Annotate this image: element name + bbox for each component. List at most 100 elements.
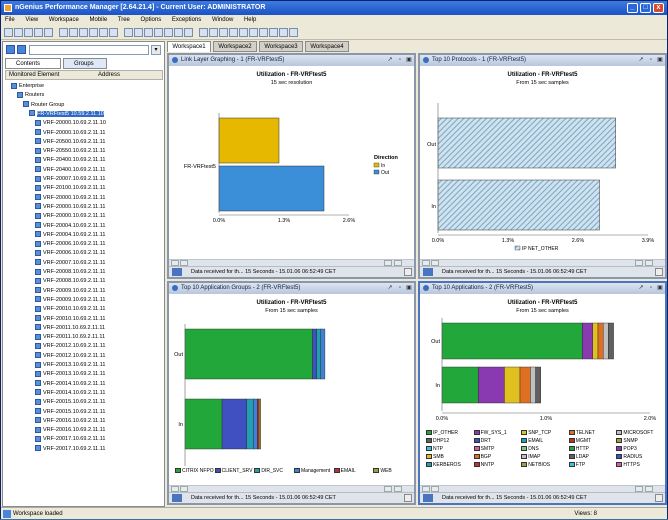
undock-icon[interactable]: ↗ <box>637 284 645 292</box>
tree-node[interactable]: VRF-20009.10.69.2.11.11 <box>35 296 105 305</box>
close-panel-icon[interactable]: ▣ <box>656 56 664 64</box>
tree-node[interactable]: VRF-20012.10.69.2.11.11 <box>35 342 105 351</box>
toolbar-button-icon[interactable] <box>99 28 108 37</box>
maximize-button[interactable]: □ <box>640 3 651 13</box>
tree-node[interactable]: VRF-20100.10.69.2.11.11 <box>35 184 105 193</box>
tree-node[interactable]: VRF-20014.10.69.2.11.11 <box>35 389 105 398</box>
toolbar-button-icon[interactable] <box>109 28 118 37</box>
refresh-icon[interactable] <box>6 45 15 54</box>
toolbar-button-icon[interactable] <box>34 28 43 37</box>
close-button[interactable]: x <box>653 3 664 13</box>
tree-node[interactable]: VRF-20017.10.69.2.11.11 <box>35 435 105 444</box>
toolbar-button-icon[interactable] <box>89 28 98 37</box>
menu-window[interactable]: Window <box>212 17 233 23</box>
toolbar-button-icon[interactable] <box>209 28 218 37</box>
maximize-panel-icon[interactable]: ▫ <box>647 284 655 292</box>
toolbar-button-icon[interactable] <box>144 28 153 37</box>
tree-node[interactable]: VRF-20009.10.69.2.11.11 <box>35 287 105 296</box>
toolbar-button-icon[interactable] <box>289 28 298 37</box>
tree-node[interactable]: VRF-20012.10.69.2.11.11 <box>35 352 105 361</box>
toolbar-button-icon[interactable] <box>79 28 88 37</box>
close-panel-icon[interactable]: ▣ <box>656 284 664 292</box>
maximize-panel-icon[interactable]: ▫ <box>647 56 655 64</box>
toolbar-button-icon[interactable] <box>279 28 288 37</box>
tree-node[interactable]: VRF-20014.10.69.2.11.11 <box>35 380 105 389</box>
close-panel-icon[interactable]: ▣ <box>405 56 413 64</box>
menu-help[interactable]: Help <box>244 17 256 23</box>
tree-node[interactable]: VRF-20004.10.69.2.11.11 <box>35 231 105 240</box>
tree-node[interactable]: VRF-20008.10.69.2.11.11 <box>35 268 105 277</box>
tree-node[interactable]: VRF-20007.10.69.2.11.11 <box>35 175 105 184</box>
tree-node[interactable]: VRF-20500.10.69.2.11.11 <box>35 138 105 147</box>
minimize-button[interactable]: _ <box>627 3 638 13</box>
menu-options[interactable]: Options <box>141 17 162 23</box>
column-address[interactable]: Address <box>98 71 120 80</box>
tree-node[interactable]: VRF-20013.10.69.2.11.11 <box>35 361 105 370</box>
toolbar-button-icon[interactable] <box>164 28 173 37</box>
tree-node[interactable]: VRF-20400.10.69.2.11.11 <box>35 156 105 165</box>
tree-node[interactable]: VRF-20015.10.69.2.11.11 <box>35 408 105 417</box>
menu-exceptions[interactable]: Exceptions <box>172 17 201 23</box>
column-monitored-element[interactable]: Monitored Element <box>9 71 59 80</box>
tab-groups[interactable]: Groups <box>63 58 107 69</box>
tree-node[interactable]: Router Group <box>23 101 64 110</box>
toolbar-button-icon[interactable] <box>124 28 133 37</box>
tree-node[interactable]: VRF-20006.10.69.2.11.11 <box>35 249 105 258</box>
toolbar-button-icon[interactable] <box>199 28 208 37</box>
tree-node[interactable]: VRF-20550.10.69.2.11.11 <box>35 147 105 156</box>
tree-node[interactable]: Routers <box>17 91 44 100</box>
search-input[interactable] <box>29 45 149 55</box>
toolbar-button-icon[interactable] <box>219 28 228 37</box>
tree-node[interactable]: VRF-20016.10.69.2.11.11 <box>35 426 105 435</box>
menu-view[interactable]: View <box>25 17 38 23</box>
close-panel-icon[interactable]: ▣ <box>405 284 413 292</box>
toolbar-button-icon[interactable] <box>174 28 183 37</box>
toolbar-button-icon[interactable] <box>154 28 163 37</box>
tree-node[interactable]: VRF-20006.10.69.2.11.11 <box>35 240 105 249</box>
tree-node[interactable]: VRF-20400.10.69.2.11.11 <box>35 166 105 175</box>
tree-node[interactable]: VRF-20000.10.69.2.11.11 <box>35 194 105 203</box>
toolbar-button-icon[interactable] <box>134 28 143 37</box>
toolbar-button-icon[interactable] <box>44 28 53 37</box>
tree-node[interactable]: VRF-20007.10.69.2.11.11 <box>35 259 105 268</box>
tree-node[interactable]: VRF-20000.10.69.2.11.10 <box>35 119 106 128</box>
toolbar-button-icon[interactable] <box>4 28 13 37</box>
tree-node[interactable]: VRF-20015.10.69.2.11.11 <box>35 398 105 407</box>
toolbar-button-icon[interactable] <box>229 28 238 37</box>
footer-close-icon[interactable] <box>655 494 663 502</box>
chart-scrollbar[interactable] <box>420 259 665 266</box>
chart-scrollbar[interactable] <box>420 485 665 492</box>
search-dropdown-icon[interactable]: ▾ <box>151 45 161 55</box>
toolbar-button-icon[interactable] <box>59 28 68 37</box>
undock-icon[interactable]: ↗ <box>386 56 394 64</box>
undock-icon[interactable]: ↗ <box>637 56 645 64</box>
filter-icon[interactable] <box>17 45 26 54</box>
menu-workspace[interactable]: Workspace <box>49 17 79 23</box>
menu-mobile[interactable]: Mobile <box>90 17 108 23</box>
menu-tree[interactable]: Tree <box>118 17 130 23</box>
footer-close-icon[interactable] <box>404 268 412 276</box>
tree-node[interactable]: VRF-20000.10.69.2.11.11 <box>35 212 105 221</box>
menu-file[interactable]: File <box>5 17 15 23</box>
tab-contents[interactable]: Contents <box>5 58 61 69</box>
tab-workspace2[interactable]: Workspace2 <box>213 41 257 52</box>
toolbar-button-icon[interactable] <box>69 28 78 37</box>
tree-node[interactable]: VRF-20017.10.69.2.11.11 <box>35 445 105 454</box>
tree-node[interactable]: VRF-20010.10.69.2.11.11 <box>35 305 105 314</box>
tree-node[interactable]: Enterprise <box>11 82 44 91</box>
toolbar-button-icon[interactable] <box>269 28 278 37</box>
toolbar-button-icon[interactable] <box>249 28 258 37</box>
chart-scrollbar[interactable] <box>169 259 414 266</box>
toolbar-button-icon[interactable] <box>259 28 268 37</box>
tree-node[interactable]: VRF-20013.10.69.2.11.11 <box>35 370 105 379</box>
tree-node[interactable]: VRF-20000.10.69.2.11.11 <box>35 203 105 212</box>
tab-workspace3[interactable]: Workspace3 <box>259 41 303 52</box>
tree-node[interactable]: VRF-20000.10.69.2.11.11 <box>35 129 105 138</box>
footer-close-icon[interactable] <box>655 268 663 276</box>
tree-node[interactable]: VRF-20011.10.69.2.11.11 <box>35 324 105 333</box>
chart-scrollbar[interactable] <box>169 485 414 492</box>
maximize-panel-icon[interactable]: ▫ <box>396 284 404 292</box>
toolbar-button-icon[interactable] <box>24 28 33 37</box>
tab-workspace4[interactable]: Workspace4 <box>305 41 349 52</box>
undock-icon[interactable]: ↗ <box>386 284 394 292</box>
